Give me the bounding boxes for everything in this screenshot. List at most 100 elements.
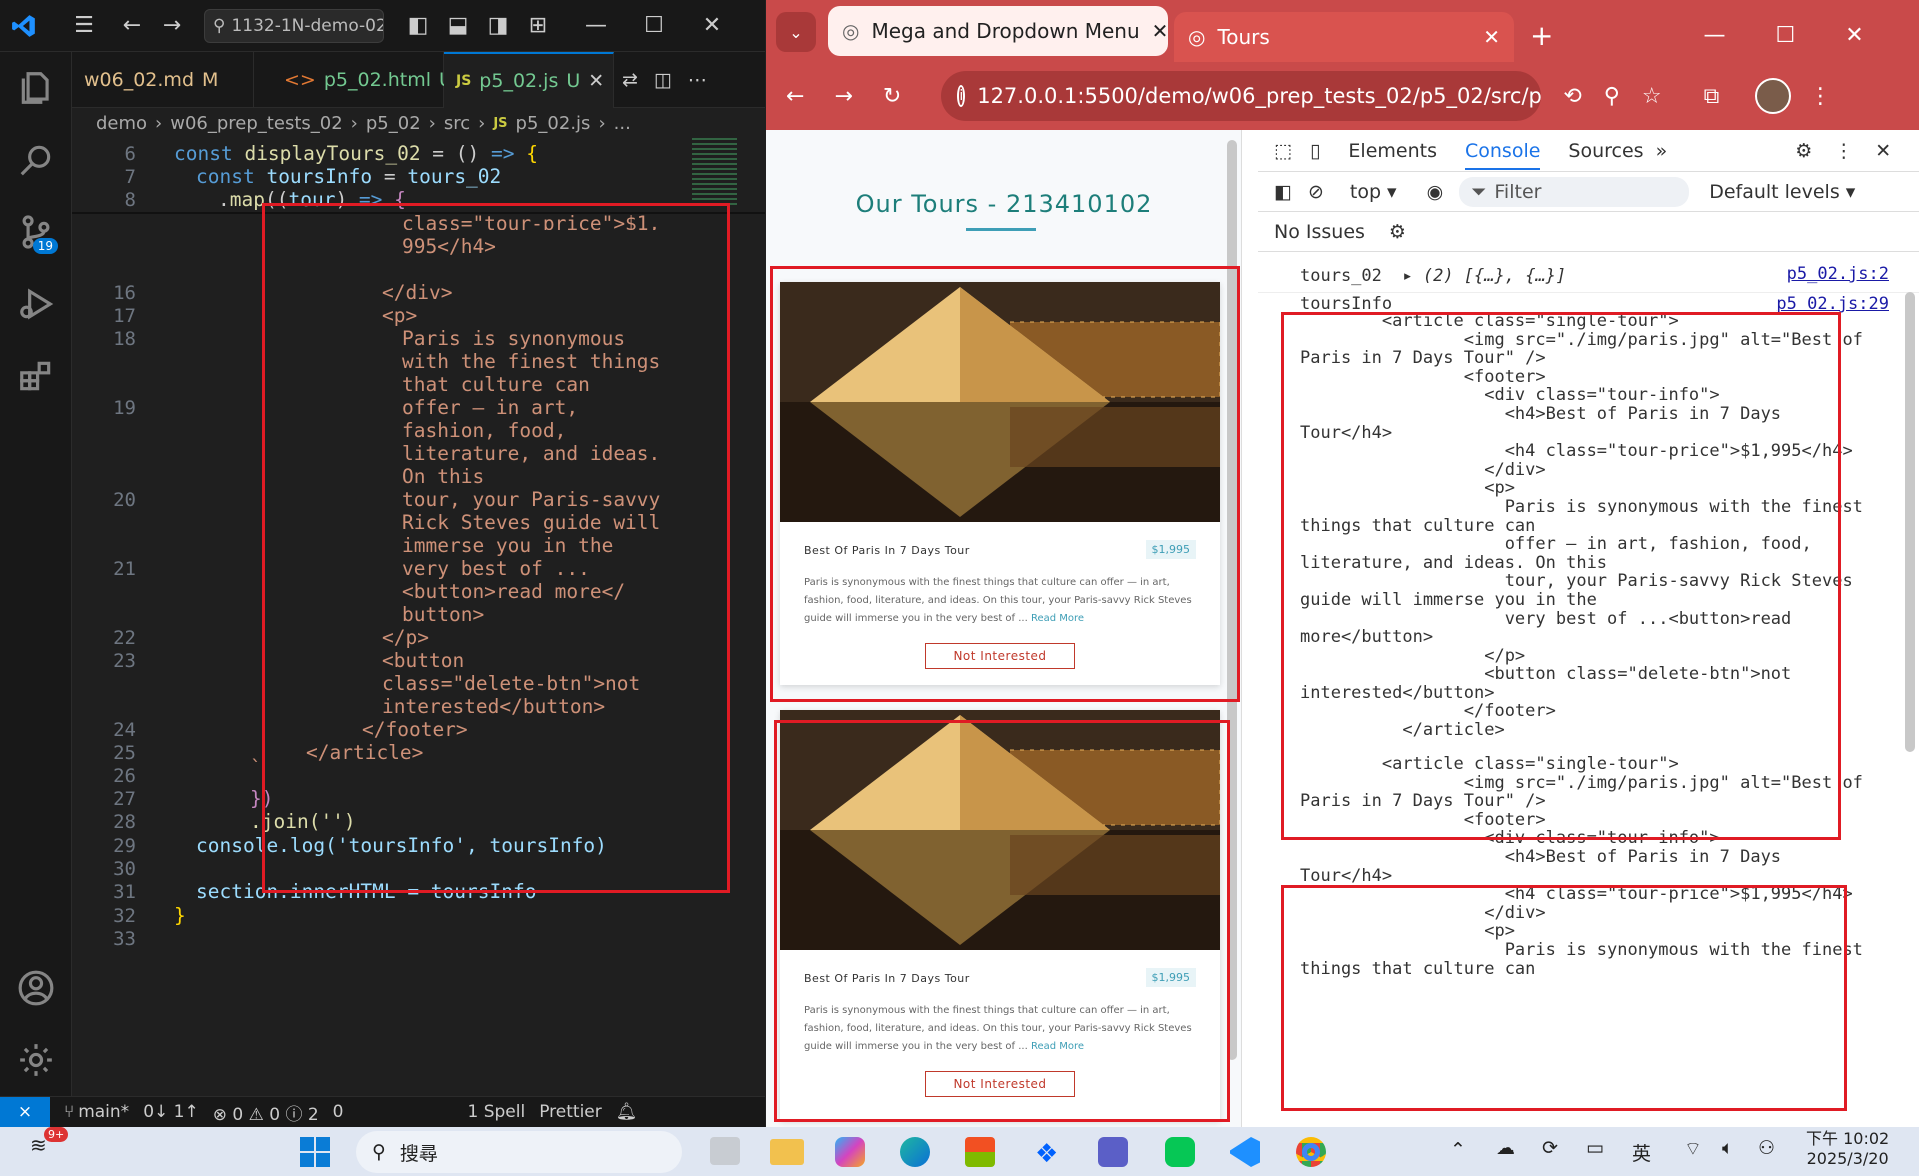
toggle-panel-icon[interactable]: ⬓ — [438, 6, 478, 46]
translate-icon[interactable]: ⟲ — [1563, 84, 1581, 109]
console-scrollbar[interactable] — [1905, 292, 1915, 752]
tab-tours[interactable]: ◎ Tours ✕ — [1174, 12, 1514, 62]
wifi-icon[interactable]: ⌔ — [1684, 1137, 1702, 1161]
file-explorer-icon[interactable] — [770, 1139, 804, 1165]
sync-status[interactable]: 0↓ 1↑ — [143, 1102, 199, 1122]
search-view-icon[interactable] — [0, 124, 72, 196]
maximize-icon[interactable]: ☐ — [1775, 23, 1795, 48]
tab-mega-dropdown[interactable]: ◎ Mega and Dropdown Menu ✕ — [828, 6, 1168, 56]
address-bar[interactable]: i 127.0.0.1:5500/demo/w06_prep_tests_02/… — [941, 71, 1542, 121]
ports-status[interactable]: 0 — [333, 1102, 344, 1122]
problems-status[interactable]: ⊗ 0 ⚠ 0 ⓘ 2 — [213, 1100, 319, 1125]
device-toolbar-icon[interactable]: ▯ — [1310, 140, 1320, 162]
prettier-status[interactable]: Prettier — [539, 1102, 602, 1122]
back-arrow-icon[interactable]: ← — [112, 6, 152, 46]
onedrive-icon[interactable]: ☁ — [1496, 1137, 1515, 1159]
devtools-menu-icon[interactable]: ⋮ — [1834, 140, 1853, 162]
breadcrumb-item[interactable]: ... — [614, 113, 631, 134]
line-icon[interactable] — [1165, 1137, 1195, 1167]
close-tab-icon[interactable]: ✕ — [588, 70, 604, 92]
tab-p5-02-html[interactable]: <> p5_02.html U — [254, 52, 453, 108]
tab-console[interactable]: Console — [1464, 140, 1541, 170]
inspect-element-icon[interactable]: ⬚ — [1274, 140, 1292, 162]
breadcrumb-item[interactable]: demo — [96, 113, 147, 134]
chrome-menu-icon[interactable]: ⋮ — [1809, 84, 1831, 109]
start-icon[interactable] — [300, 1137, 330, 1167]
accounts-icon[interactable] — [0, 952, 72, 1024]
tab-w06-02-md[interactable]: w06_02.md M — [72, 52, 254, 108]
forward-arrow-icon[interactable]: → — [152, 6, 192, 46]
breadcrumb-item[interactable]: p5_02 — [366, 113, 421, 134]
compare-changes-icon[interactable]: ⇄ — [614, 52, 646, 108]
extensions-icon[interactable]: ⧉ — [1704, 84, 1720, 109]
explorer-icon[interactable] — [0, 52, 72, 124]
minimize-icon[interactable]: — — [576, 6, 616, 46]
vscode-taskbar-icon[interactable] — [1230, 1137, 1260, 1167]
breadcrumb-item[interactable]: w06_prep_tests_02 — [170, 113, 342, 134]
notification-widget[interactable]: ≋ 9+ — [30, 1127, 69, 1157]
reload-icon[interactable]: ↻ — [883, 84, 901, 109]
context-select[interactable]: top ▾ — [1350, 181, 1397, 203]
remote-indicator-icon[interactable]: ⨯ — [0, 1096, 50, 1128]
log-levels-select[interactable]: Default levels ▾ — [1709, 181, 1855, 203]
minimap[interactable] — [692, 138, 737, 208]
live-expression-eye-icon[interactable]: ◉ — [1427, 181, 1444, 203]
tray-chevron-icon[interactable]: ⌃ — [1450, 1139, 1466, 1161]
clock[interactable]: 下午 10:02 2025/3/20 — [1806, 1129, 1889, 1169]
bluetooth-icon[interactable]: ⚇ — [1758, 1137, 1775, 1159]
more-tabs-icon[interactable]: » — [1656, 140, 1668, 162]
console-source-link[interactable]: p5_02.js:29 — [1776, 294, 1889, 314]
spell-status[interactable]: 1 Spell — [468, 1102, 526, 1122]
keyboard-icon[interactable]: ▭ — [1586, 1137, 1604, 1159]
close-tab-icon[interactable]: ✕ — [1152, 19, 1169, 43]
store-icon[interactable] — [965, 1137, 995, 1167]
new-tab-icon[interactable]: + — [1530, 19, 1553, 52]
site-info-icon[interactable]: i — [957, 85, 966, 107]
tab-p5-02-js[interactable]: JS p5_02.js U ✕ — [444, 52, 614, 108]
breadcrumb-item[interactable]: src — [444, 113, 470, 134]
chrome-taskbar-icon[interactable] — [1296, 1137, 1326, 1167]
branch-status[interactable]: main* — [78, 1102, 129, 1122]
split-editor-icon[interactable]: ◫ — [646, 52, 680, 108]
task-view-icon[interactable] — [710, 1137, 740, 1165]
console-settings-icon[interactable]: ⚙ — [1389, 221, 1406, 243]
maximize-icon[interactable]: ☐ — [634, 6, 674, 46]
extensions-icon[interactable] — [0, 340, 72, 412]
dropbox-icon[interactable]: ❖ — [1035, 1139, 1058, 1169]
customize-layout-icon[interactable]: ⊞ — [518, 6, 558, 46]
ime-indicator[interactable]: 英 — [1632, 1139, 1651, 1166]
taskbar-search[interactable]: ⚲ 搜尋 — [356, 1131, 682, 1173]
run-debug-icon[interactable] — [0, 268, 72, 340]
source-control-icon[interactable]: 19 — [0, 196, 72, 268]
close-window-icon[interactable]: ✕ — [1845, 23, 1863, 48]
sync-icon[interactable]: ⟳ — [1542, 1137, 1558, 1159]
toggle-sidebar-icon[interactable]: ◧ — [398, 6, 438, 46]
clear-console-icon[interactable]: ⊘ — [1308, 181, 1324, 203]
devtools-settings-icon[interactable]: ⚙ — [1795, 140, 1812, 162]
filter-input[interactable]: ⏷ Filter — [1459, 176, 1690, 207]
close-tab-icon[interactable]: ✕ — [1483, 25, 1500, 49]
copilot-icon[interactable] — [835, 1137, 865, 1167]
tab-sources[interactable]: Sources — [1568, 140, 1643, 162]
profile-avatar[interactable] — [1755, 78, 1792, 114]
tab-search-icon[interactable]: ⌄ — [776, 12, 816, 52]
volume-icon[interactable]: 🔈︎ — [1722, 1137, 1733, 1159]
tab-elements[interactable]: Elements — [1348, 140, 1437, 162]
command-center-search[interactable]: ⚲ 1132-1N-demo-02 — [204, 8, 384, 43]
zoom-icon[interactable]: ⚲ — [1604, 84, 1620, 109]
breadcrumb-item[interactable]: p5_02.js — [516, 113, 591, 134]
toggle-secondary-sidebar-icon[interactable]: ◨ — [478, 6, 518, 46]
forward-icon[interactable]: → — [834, 84, 852, 109]
teams-icon[interactable] — [1098, 1137, 1128, 1167]
notifications-bell-icon[interactable]: 🔔︎ — [616, 1102, 638, 1122]
more-actions-icon[interactable]: ⋯ — [680, 52, 715, 108]
menu-icon[interactable]: ☰ — [64, 6, 104, 46]
close-devtools-icon[interactable]: ✕ — [1875, 140, 1891, 162]
console-source-link[interactable]: p5_02.js:2 — [1787, 264, 1889, 284]
console-log-entry[interactable]: tours_02 ▸ (2) [{…}, {…}] — [1300, 266, 1566, 286]
edge-icon[interactable] — [900, 1137, 930, 1167]
close-window-icon[interactable]: ✕ — [692, 6, 732, 46]
settings-gear-icon[interactable] — [0, 1024, 72, 1096]
back-icon[interactable]: ← — [786, 84, 804, 109]
bookmark-star-icon[interactable]: ☆ — [1642, 84, 1662, 109]
